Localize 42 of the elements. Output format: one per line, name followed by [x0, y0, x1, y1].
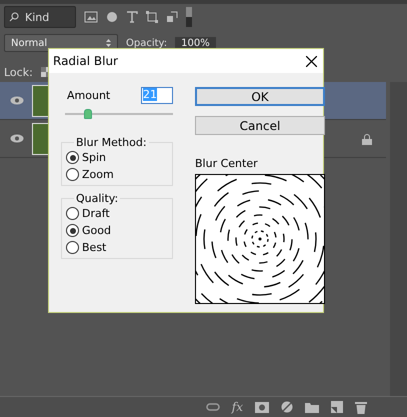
radio-label[interactable]: Spin	[82, 151, 106, 164]
trash-icon[interactable]	[355, 400, 367, 414]
radio-button[interactable]	[66, 241, 79, 254]
radio-label[interactable]: Good	[82, 224, 111, 237]
transform-icon[interactable]	[146, 11, 158, 23]
new-layer-icon[interactable]	[331, 401, 343, 413]
fx-button[interactable]: fx	[232, 400, 243, 414]
blur-center-drawing[interactable]	[195, 174, 325, 304]
stepper-icon	[106, 39, 111, 47]
amount-label: Amount	[67, 89, 110, 102]
scrollbar[interactable]	[390, 82, 407, 396]
adjustment-icon[interactable]	[281, 401, 293, 413]
image-icon[interactable]	[84, 11, 98, 23]
close-icon[interactable]	[306, 56, 317, 66]
radio-label[interactable]: Draft	[82, 207, 110, 220]
radio-button[interactable]	[66, 168, 79, 181]
radio-button[interactable]	[66, 207, 79, 220]
eye-icon[interactable]	[10, 134, 24, 143]
radio-label[interactable]: Best	[82, 241, 106, 254]
circle-icon[interactable]	[106, 11, 118, 23]
lock-label: Lock:	[4, 66, 33, 78]
group-title: Quality:	[75, 192, 120, 205]
radio-label[interactable]: Zoom	[82, 168, 114, 181]
blur-center-label: Blur Center	[195, 157, 259, 170]
group-title: Blur Method:	[75, 136, 148, 149]
opacity-label: Opacity:	[126, 38, 168, 48]
folder-icon[interactable]	[305, 402, 319, 412]
slider-thumb[interactable]	[84, 109, 92, 119]
mask-icon[interactable]	[255, 402, 269, 412]
filter-dropdown[interactable]: Kind	[4, 6, 76, 28]
type-icon[interactable]	[126, 11, 138, 23]
smart-object-icon[interactable]	[166, 11, 178, 23]
eye-icon[interactable]	[10, 96, 24, 105]
link-icon[interactable]	[206, 403, 220, 411]
radio-button[interactable]	[66, 151, 79, 164]
radio-button[interactable]	[66, 224, 79, 237]
dialog-title: Radial Blur	[53, 54, 118, 68]
opacity-field[interactable]: 100%	[175, 36, 216, 50]
dialog-button[interactable]: Cancel	[195, 116, 325, 135]
search-icon	[9, 12, 19, 22]
dialog-button[interactable]: OK	[195, 87, 325, 106]
toggle-icon[interactable]	[186, 7, 192, 27]
